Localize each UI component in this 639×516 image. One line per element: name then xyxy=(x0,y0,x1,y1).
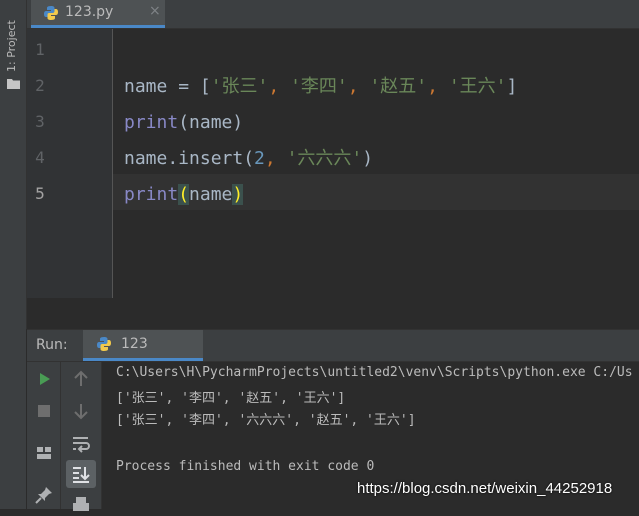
code-builtin: print xyxy=(124,112,179,133)
line-number: 1 xyxy=(35,40,45,59)
tab-filename: 123.py xyxy=(65,4,114,20)
run-toolbar-secondary xyxy=(61,362,102,511)
run-label: Run: xyxy=(36,337,68,353)
code-comma: , xyxy=(427,76,449,97)
code-token: name.insert( xyxy=(124,148,255,169)
run-tab-123[interactable]: 123 xyxy=(83,330,203,361)
arrow-up-icon[interactable] xyxy=(70,368,92,390)
pin-icon[interactable] xyxy=(33,484,55,506)
code-token: name xyxy=(189,184,233,205)
folder-icon xyxy=(7,79,20,89)
console-line: ['张三', '李四', '六六六', '赵五', '王六'] xyxy=(116,413,416,428)
line-number-gutter: 1 2 3 4 5 xyxy=(27,29,113,298)
code-paren-match: ) xyxy=(232,184,244,205)
rerun-icon[interactable] xyxy=(33,368,55,390)
code-line-3: print(name) xyxy=(124,105,243,141)
project-tool-button[interactable]: 1: Project xyxy=(5,12,21,72)
code-token: ] xyxy=(506,76,518,97)
scroll-to-end-icon[interactable] xyxy=(70,463,92,485)
print-icon[interactable] xyxy=(70,494,92,516)
console-line: C:\Users\H\PycharmProjects\untitled2\ven… xyxy=(116,365,633,380)
line-number-current: 5 xyxy=(35,184,45,203)
watermark-text: https://blog.csdn.net/weixin_44252918 xyxy=(357,480,613,497)
left-strip-bottom xyxy=(0,329,26,509)
code-comma: , xyxy=(264,148,287,169)
code-number: 2 xyxy=(254,148,265,169)
console-line: Process finished with exit code 0 xyxy=(116,459,375,474)
code-builtin: print xyxy=(124,184,179,205)
run-tab-label: 123 xyxy=(121,336,148,352)
code-line-4: name.insert(2, '六六六') xyxy=(124,141,373,177)
editor-tab-123-py[interactable]: 123.py × xyxy=(31,0,165,28)
code-line-5: print(name) xyxy=(124,177,244,213)
soft-wrap-icon[interactable] xyxy=(70,432,92,454)
code-string: '赵五' xyxy=(369,76,428,97)
code-string: '六六六' xyxy=(286,148,363,169)
line-number: 2 xyxy=(35,76,45,95)
line-number: 4 xyxy=(35,148,45,167)
run-tool-header: Run: 123 xyxy=(27,329,639,362)
code-token: ) xyxy=(362,148,374,169)
python-run-config-icon xyxy=(97,337,111,351)
editor-tab-bar: 123.py × xyxy=(27,0,639,29)
code-comma: , xyxy=(268,76,291,97)
line-number: 3 xyxy=(35,112,45,131)
code-string: '李四' xyxy=(290,76,348,97)
code-string: '张三' xyxy=(210,76,269,97)
code-token: = [ xyxy=(167,76,211,97)
run-toolbar-primary xyxy=(27,362,61,509)
code-editor[interactable]: name = ['张三', '李四', '赵五', '王六'] print(na… xyxy=(113,29,639,298)
tab-close-icon[interactable]: × xyxy=(149,3,161,19)
layout-icon[interactable] xyxy=(33,442,55,464)
stop-icon[interactable] xyxy=(33,400,55,422)
project-tool-strip: 1: Project xyxy=(0,0,27,329)
code-paren-match: ( xyxy=(178,184,190,205)
python-file-icon xyxy=(44,6,58,20)
code-line-2: name = ['张三', '李四', '赵五', '王六'] xyxy=(124,69,517,105)
code-comma: , xyxy=(347,76,370,97)
code-token: (name) xyxy=(178,112,244,133)
arrow-down-icon[interactable] xyxy=(70,400,92,422)
code-token: name xyxy=(124,76,168,97)
console-line: ['张三', '李四', '赵五', '王六'] xyxy=(116,391,346,406)
code-string: '王六' xyxy=(448,76,507,97)
